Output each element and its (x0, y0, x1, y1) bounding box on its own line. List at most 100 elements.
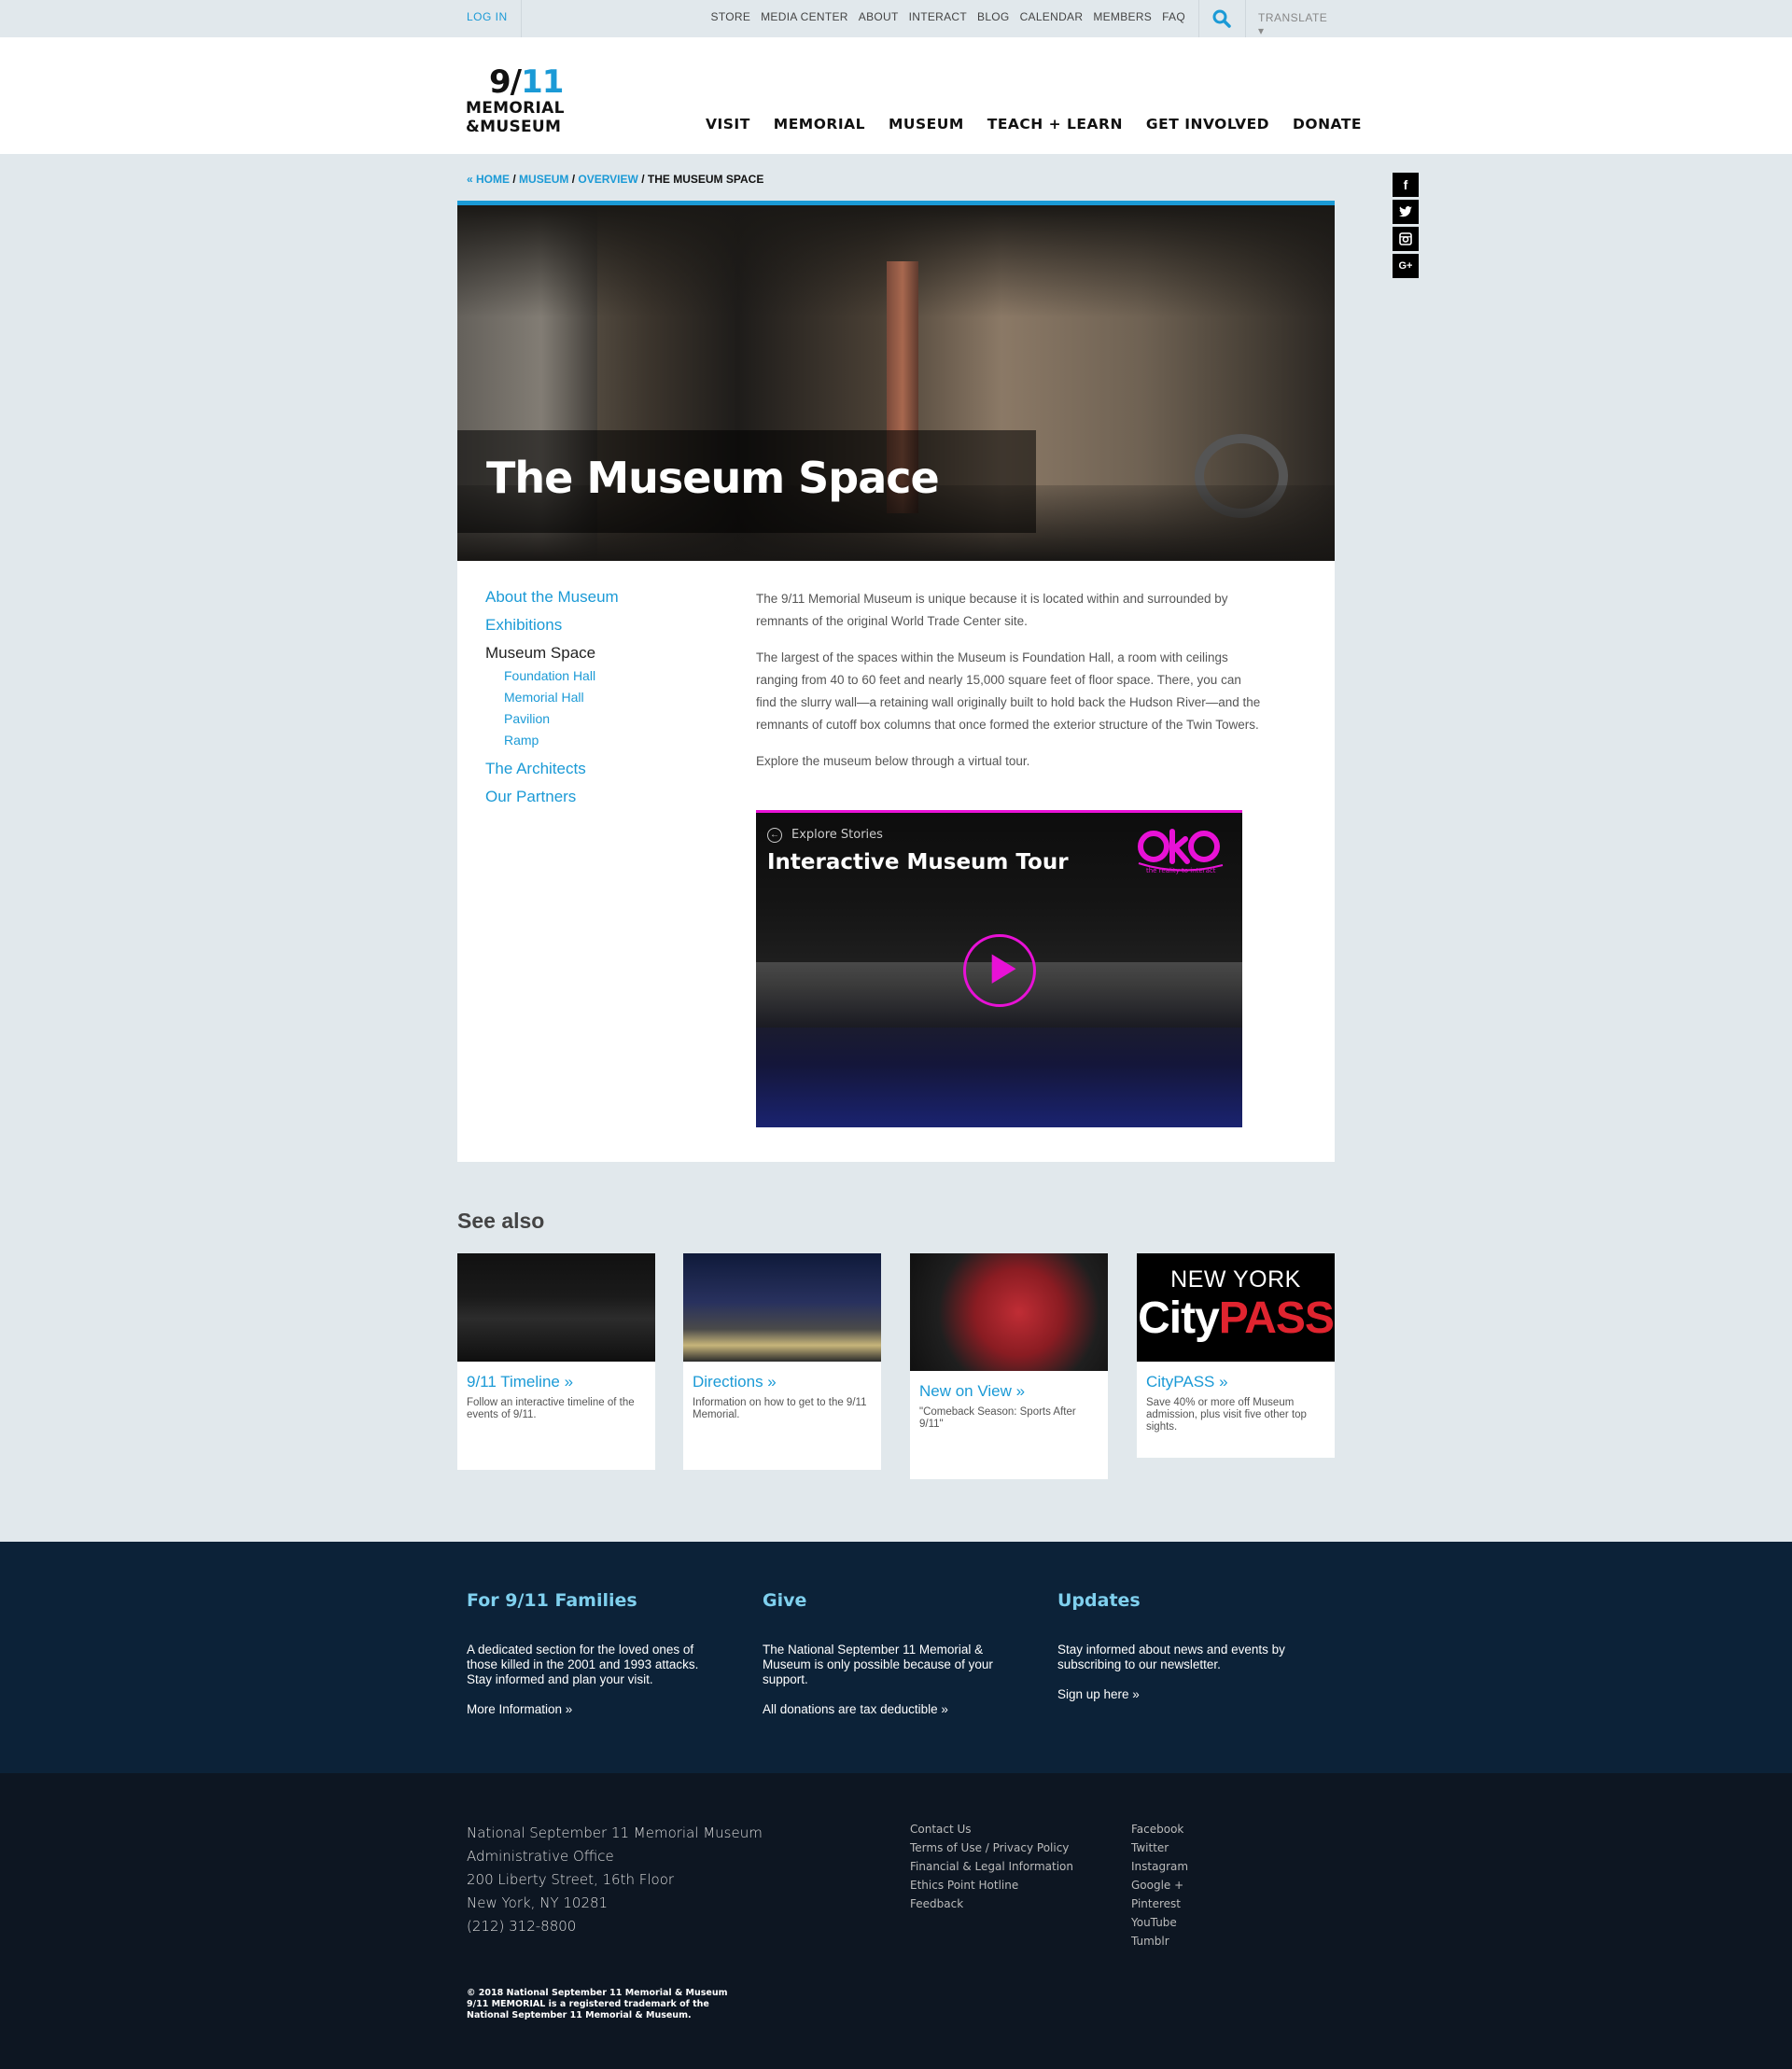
tile-image (910, 1253, 1108, 1371)
sidebar-item-partners[interactable]: Our Partners (485, 788, 700, 806)
see-also-tile-directions[interactable]: Directions » Information on how to get t… (683, 1253, 881, 1470)
contact-us-link[interactable]: Contact Us (910, 1820, 1073, 1838)
google-plus-icon[interactable]: G+ (1393, 254, 1419, 278)
footer-heading: For 9/11 Families (467, 1590, 637, 1611)
see-also-tile-citypass[interactable]: NEW YORK CityPASS CityPASS » Save 40% or… (1137, 1253, 1335, 1458)
more-information-link[interactable]: More Information » (467, 1702, 572, 1716)
footer-give: Give The National September 11 Memorial … (763, 1590, 1015, 1718)
terms-privacy-link[interactable]: Terms of Use / Privacy Policy (910, 1838, 1073, 1857)
twitter-link[interactable]: Twitter (1131, 1838, 1188, 1857)
svg-text:the reality to interact: the reality to interact (1146, 867, 1216, 874)
facebook-icon[interactable]: f (1393, 173, 1419, 197)
article-body: The 9/11 Memorial Museum is unique becau… (756, 588, 1265, 787)
main-nav: VISIT MEMORIAL MUSEUM TEACH + LEARN GET … (706, 116, 1362, 133)
nav-museum[interactable]: MUSEUM (889, 116, 964, 133)
tour-title: Interactive Museum Tour (767, 850, 1069, 874)
instagram-icon[interactable] (1393, 227, 1419, 251)
google-plus-link[interactable]: Google + (1131, 1876, 1188, 1894)
divider (1245, 0, 1246, 37)
util-link-faq[interactable]: FAQ (1162, 10, 1185, 23)
social-share-bar: f G+ (1393, 173, 1419, 281)
footer-heading: Updates (1057, 1590, 1141, 1611)
financial-legal-link[interactable]: Financial & Legal Information (910, 1857, 1073, 1876)
virtual-tour-embed[interactable]: ← Explore Stories Interactive Museum Tou… (756, 810, 1242, 1127)
site-logo[interactable]: 9/11 MEMORIAL &MUSEUM (466, 63, 578, 136)
search-icon[interactable] (1211, 8, 1232, 29)
sidebar-item-museum-space[interactable]: Museum Space (485, 644, 700, 663)
footer-text: Stay informed about news and events by s… (1057, 1643, 1285, 1671)
util-link-interact[interactable]: INTERACT (909, 10, 967, 23)
logo-line-memorial: MEMORIAL (466, 99, 565, 118)
nav-donate[interactable]: DONATE (1293, 116, 1362, 133)
logo-line-museum: &MUSEUM (466, 118, 562, 136)
breadcrumb-home[interactable]: « HOME (467, 173, 510, 186)
util-link-media-center[interactable]: MEDIA CENTER (761, 10, 848, 23)
utility-bar: LOG IN STORE MEDIA CENTER ABOUT INTERACT… (0, 0, 1792, 37)
pinterest-link[interactable]: Pinterest (1131, 1894, 1188, 1913)
address-block: National September 11 Memorial Museum Ad… (467, 1824, 763, 1935)
util-link-calendar[interactable]: CALENDAR (1020, 10, 1084, 23)
nav-visit[interactable]: VISIT (706, 116, 750, 133)
nav-teach-learn[interactable]: TEACH + LEARN (987, 116, 1123, 133)
tile-title[interactable]: 9/11 Timeline » (467, 1373, 646, 1391)
nav-memorial[interactable]: MEMORIAL (774, 116, 865, 133)
translate-dropdown[interactable]: TRANSLATE ▾ (1258, 11, 1335, 37)
sidebar-subitem-ramp[interactable]: Ramp (504, 733, 700, 748)
tile-title[interactable]: New on View » (919, 1382, 1099, 1401)
sidebar-subitem-foundation-hall[interactable]: Foundation Hall (504, 668, 700, 683)
footer-bottom: National September 11 Memorial Museum Ad… (0, 1773, 1792, 2069)
footer-text: The National September 11 Memorial & Mus… (763, 1643, 993, 1686)
tile-image (457, 1253, 655, 1362)
ethics-hotline-link[interactable]: Ethics Point Hotline (910, 1876, 1073, 1894)
tile-title[interactable]: CityPASS » (1146, 1373, 1325, 1391)
login-link[interactable]: LOG IN (467, 10, 508, 23)
tumblr-link[interactable]: Tumblr (1131, 1932, 1188, 1950)
youtube-link[interactable]: YouTube (1131, 1913, 1188, 1932)
paragraph: The 9/11 Memorial Museum is unique becau… (756, 592, 1228, 628)
facebook-link[interactable]: Facebook (1131, 1820, 1188, 1838)
sidebar-item-exhibitions[interactable]: Exhibitions (485, 616, 700, 635)
paragraph: Explore the museum below through a virtu… (756, 754, 1030, 768)
feedback-link[interactable]: Feedback (910, 1894, 1073, 1913)
back-arrow-icon[interactable]: ← (767, 828, 782, 843)
breadcrumb-museum[interactable]: MUSEUM (519, 173, 568, 186)
tile-description: "Comeback Season: Sports After 9/11" (919, 1406, 1076, 1430)
play-icon[interactable] (963, 934, 1036, 1007)
site-header: 9/11 MEMORIAL &MUSEUM VISIT MEMORIAL MUS… (0, 37, 1792, 154)
nav-get-involved[interactable]: GET INVOLVED (1146, 116, 1269, 133)
divider (521, 0, 522, 37)
see-also-tile-timeline[interactable]: 9/11 Timeline » Follow an interactive ti… (457, 1253, 655, 1470)
footer-promos: For 9/11 Families A dedicated section fo… (0, 1542, 1792, 1773)
breadcrumb-overview[interactable]: OVERVIEW (578, 173, 637, 186)
utility-links: STORE MEDIA CENTER ABOUT INTERACT BLOG C… (711, 10, 1185, 23)
oko-logo: the reality to interact (1138, 829, 1224, 874)
tile-image (683, 1253, 881, 1362)
util-link-about[interactable]: ABOUT (859, 10, 899, 23)
hero-image: The Museum Space (457, 205, 1335, 561)
util-link-blog[interactable]: BLOG (977, 10, 1010, 23)
logo-number: 9/11 (489, 63, 564, 101)
tile-title[interactable]: Directions » (693, 1373, 872, 1391)
util-link-store[interactable]: STORE (711, 10, 751, 23)
sign-up-link[interactable]: Sign up here » (1057, 1687, 1140, 1701)
sidebar-item-about[interactable]: About the Museum (485, 588, 700, 607)
footer-text: A dedicated section for the loved ones o… (467, 1643, 699, 1686)
sidebar-subitem-memorial-hall[interactable]: Memorial Hall (504, 690, 700, 705)
sidebar-item-architects[interactable]: The Architects (485, 760, 700, 778)
breadcrumb-current: THE MUSEUM SPACE (647, 173, 764, 186)
breadcrumb: « HOME / MUSEUM / OVERVIEW / THE MUSEUM … (467, 173, 764, 186)
tile-description: Information on how to get to the 9/11 Me… (693, 1397, 867, 1420)
copyright: © 2018 National September 11 Memorial & … (467, 1988, 728, 2020)
paragraph: The largest of the spaces within the Mus… (756, 650, 1261, 732)
donations-link[interactable]: All donations are tax deductible » (763, 1702, 948, 1716)
footer-heading: Give (763, 1590, 807, 1611)
instagram-link[interactable]: Instagram (1131, 1857, 1188, 1876)
content-card: The Museum Space About the Museum Exhibi… (457, 201, 1335, 1162)
twitter-icon[interactable] (1393, 200, 1419, 224)
see-also-tile-new-on-view[interactable]: New on View » "Comeback Season: Sports A… (910, 1253, 1108, 1479)
util-link-members[interactable]: MEMBERS (1093, 10, 1152, 23)
footer-social-links: Facebook Twitter Instagram Google + Pint… (1131, 1820, 1188, 1950)
footer-updates: Updates Stay informed about news and eve… (1057, 1590, 1309, 1703)
explore-stories-link[interactable]: Explore Stories (791, 828, 883, 842)
sidebar-subitem-pavilion[interactable]: Pavilion (504, 711, 700, 726)
